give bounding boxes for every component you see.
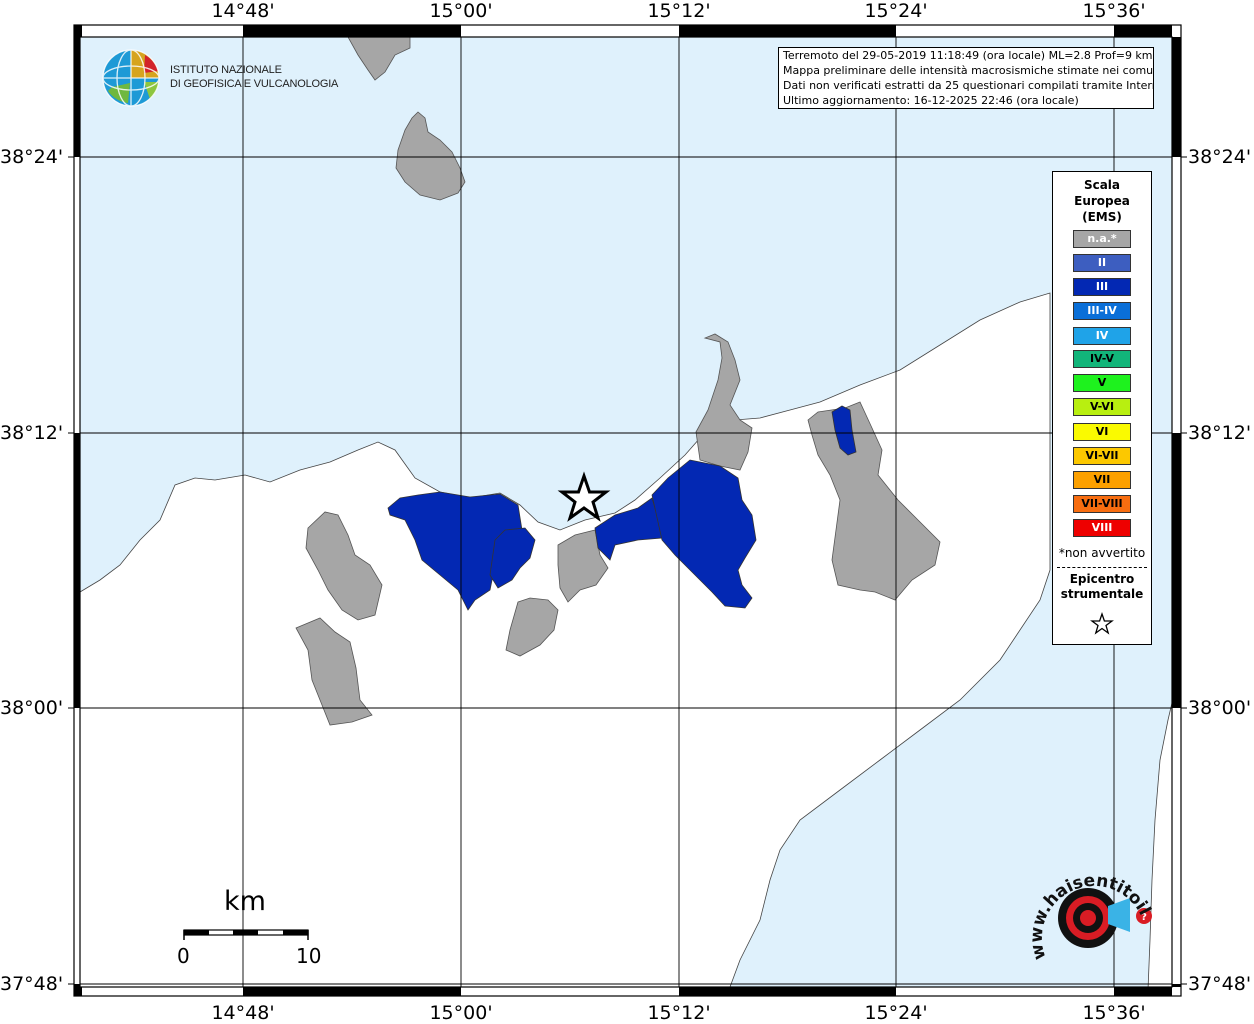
legend-divider bbox=[1057, 567, 1147, 568]
lat-label-right: 38°12' bbox=[1188, 422, 1252, 444]
legend-swatch: IV bbox=[1073, 327, 1131, 345]
lon-label-top: 15°36' bbox=[1082, 0, 1146, 22]
lon-label-top: 15°00' bbox=[429, 0, 493, 22]
legend-swatch: VIII bbox=[1073, 519, 1131, 537]
scale-unit-label: km bbox=[224, 886, 266, 917]
legend-swatch: VII-VIII bbox=[1073, 495, 1131, 513]
legend-title-line: Europea bbox=[1074, 194, 1130, 208]
legend-swatch: VI bbox=[1073, 423, 1131, 441]
lat-label-left: 38°00' bbox=[0, 697, 64, 719]
ingv-name-line1: ISTITUTO NAZIONALE bbox=[170, 64, 282, 76]
scale-end-label: 10 bbox=[296, 944, 322, 968]
ingv-globe-icon bbox=[102, 49, 160, 107]
ingv-logo-text: ISTITUTO NAZIONALE DI GEOFISICA E VULCAN… bbox=[170, 63, 338, 91]
lat-label-right: 37°48' bbox=[1188, 973, 1252, 995]
lat-label-left: 38°24' bbox=[0, 146, 64, 168]
legend-epicenter-line: strumentale bbox=[1060, 587, 1144, 601]
event-info-line: Mappa preliminare delle intensità macros… bbox=[783, 64, 1154, 77]
legend-epicenter-line: Epicentro bbox=[1069, 572, 1135, 586]
legend-swatch: III-IV bbox=[1073, 302, 1131, 320]
lon-label-bottom: 15°12' bbox=[647, 1002, 711, 1024]
legend-title-line: (EMS) bbox=[1082, 210, 1122, 224]
haisentito-logo-icon: ? www.haisentitoilterremoto.it bbox=[1024, 858, 1155, 962]
legend-epicenter-label: Epicentro strumentale bbox=[1053, 572, 1151, 602]
lat-label-right: 38°00' bbox=[1188, 697, 1252, 719]
epicenter-star-icon bbox=[1090, 612, 1114, 635]
legend-swatch: VI-VII bbox=[1073, 447, 1131, 465]
lon-label-bottom: 15°36' bbox=[1082, 1002, 1146, 1024]
lon-label-top: 15°12' bbox=[647, 0, 711, 22]
legend-title-line: Scala bbox=[1083, 178, 1121, 192]
legend-swatch: n.a.* bbox=[1073, 230, 1131, 248]
scale-start-label: 0 bbox=[177, 944, 190, 968]
lon-label-bottom: 15°24' bbox=[864, 1002, 928, 1024]
lon-label-bottom: 15°00' bbox=[429, 1002, 493, 1024]
lat-label-left: 37°48' bbox=[0, 973, 64, 995]
legend-swatch: IV-V bbox=[1073, 350, 1131, 368]
legend-swatch: V bbox=[1073, 374, 1131, 392]
legend-swatch: II bbox=[1073, 254, 1131, 272]
lon-label-top: 15°24' bbox=[864, 0, 928, 22]
ems-legend: Scala Europea (EMS) n.a.* II III III-IV … bbox=[1052, 171, 1152, 645]
lon-label-bottom: 14°48' bbox=[211, 1002, 275, 1024]
ingv-name-line2: DI GEOFISICA E VULCANOLOGIA bbox=[170, 78, 339, 90]
lat-label-left: 38°12' bbox=[0, 422, 64, 444]
event-info-line: Terremoto del 29-05-2019 11:18:49 (ora l… bbox=[783, 49, 1153, 62]
event-info-line: Ultimo aggiornamento: 16-12-2025 22:46 (… bbox=[783, 94, 1079, 107]
legend-swatch: VII bbox=[1073, 471, 1131, 489]
event-info-box: Terremoto del 29-05-2019 11:18:49 (ora l… bbox=[778, 47, 1154, 109]
legend-note: *non avvertito bbox=[1058, 546, 1146, 560]
lat-label-right: 38°24' bbox=[1188, 146, 1252, 168]
lon-label-top: 14°48' bbox=[211, 0, 275, 22]
legend-swatch: V-VI bbox=[1073, 398, 1131, 416]
event-info-line: Dati non verificati estratti da 25 quest… bbox=[783, 79, 1154, 92]
legend-swatch: III bbox=[1073, 278, 1131, 296]
legend-title: Scala Europea (EMS) bbox=[1053, 177, 1151, 225]
